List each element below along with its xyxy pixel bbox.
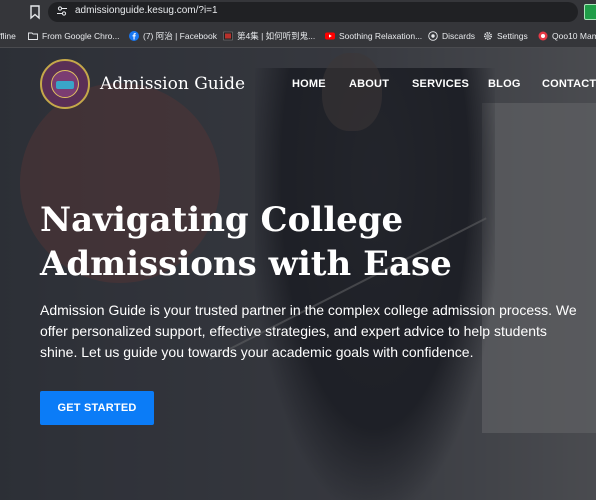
- browser-address-bar: admissionguide.kesug.com/?i=1: [0, 0, 596, 24]
- bookmark-item[interactable]: Soothing Relaxation...: [325, 24, 422, 48]
- nav-blog[interactable]: BLOG: [488, 78, 521, 90]
- bookmark-item[interactable]: ffline: [0, 24, 16, 48]
- extension-icon[interactable]: [584, 4, 596, 20]
- bookmark-label: (7) 阿治 | Facebook: [143, 31, 218, 41]
- bookmark-label: Qoo10 Mam: [552, 31, 596, 41]
- bookmark-label: From Google Chro...: [42, 31, 120, 41]
- bookmark-label: Soothing Relaxation...: [339, 31, 423, 41]
- bookmark-item[interactable]: Qoo10 Mam: [538, 24, 596, 48]
- url-text[interactable]: admissionguide.kesug.com/?i=1: [75, 5, 218, 16]
- site-brand[interactable]: Admission Guide: [100, 74, 245, 94]
- qoo10-icon: [538, 31, 548, 41]
- nav-services[interactable]: SERVICES: [412, 78, 469, 90]
- nav-contact[interactable]: CONTACT: [542, 78, 596, 90]
- youtube-icon: [325, 32, 335, 40]
- site-logo[interactable]: [40, 59, 90, 109]
- bookmark-label: Settings: [497, 31, 528, 41]
- site-info-icon[interactable]: [56, 5, 68, 17]
- video-icon: [223, 31, 233, 41]
- facebook-icon: [129, 31, 139, 41]
- bookmark-item[interactable]: Settings: [483, 24, 528, 48]
- bookmark-label: Discards: [442, 31, 476, 41]
- nav-about[interactable]: ABOUT: [349, 78, 389, 90]
- bookmark-label: ffline: [0, 31, 16, 41]
- bookmark-item[interactable]: (7) 阿治 | Facebook: [129, 24, 217, 48]
- logo-book-icon: [56, 81, 74, 89]
- gear-icon: [483, 31, 493, 41]
- bookmark-label: 第4集 | 如何听到鬼...: [237, 31, 316, 41]
- folder-icon: [28, 32, 38, 40]
- bookmark-item[interactable]: 第4集 | 如何听到鬼...: [223, 24, 315, 48]
- bookmark-icon[interactable]: [28, 4, 42, 20]
- hero-section: Admission Guide HOME ABOUT SERVICES BLOG…: [0, 48, 596, 500]
- globe-icon: [428, 31, 438, 41]
- get-started-button[interactable]: GET STARTED: [40, 391, 154, 425]
- hero-description: Admission Guide is your trusted partner …: [40, 302, 577, 360]
- bookmarks-bar: ffline From Google Chro... (7) 阿治 | Face…: [0, 24, 596, 48]
- hero-title: Navigating College Admissions with Ease: [40, 200, 452, 284]
- bookmark-folder[interactable]: From Google Chro...: [28, 24, 119, 48]
- bookmark-item[interactable]: Discards: [428, 24, 475, 48]
- nav-home[interactable]: HOME: [292, 78, 326, 90]
